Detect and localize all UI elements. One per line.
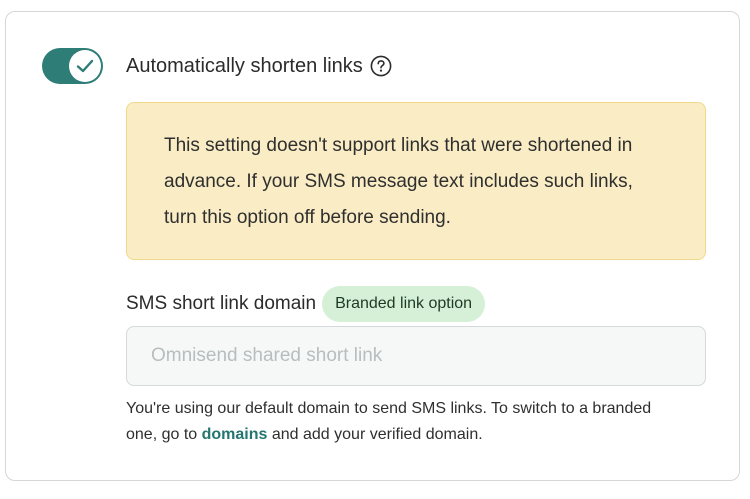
- short-link-domain-input[interactable]: [126, 326, 706, 386]
- auto-shorten-toggle[interactable]: [42, 48, 103, 84]
- warning-text: This setting doesn't support links that …: [164, 135, 633, 228]
- domain-label: SMS short link domain: [126, 293, 317, 314]
- settings-card: Automatically shorten links This setting…: [5, 11, 740, 481]
- question-circle-icon[interactable]: [370, 55, 392, 77]
- domain-help-text: You're using our default domain to send …: [126, 396, 686, 448]
- toggle-knob: [69, 50, 101, 82]
- help-text-end: and add your verified domain.: [267, 426, 483, 443]
- check-icon: [74, 55, 96, 77]
- domains-link[interactable]: domains: [202, 426, 268, 443]
- shortened-links-warning: This setting doesn't support links that …: [126, 102, 706, 260]
- domain-label-row: SMS short link domain Branded link optio…: [126, 286, 486, 322]
- auto-shorten-setting: Automatically shorten links: [126, 54, 392, 78]
- auto-shorten-label: Automatically shorten links: [126, 55, 363, 77]
- branded-link-badge: Branded link option: [322, 286, 486, 322]
